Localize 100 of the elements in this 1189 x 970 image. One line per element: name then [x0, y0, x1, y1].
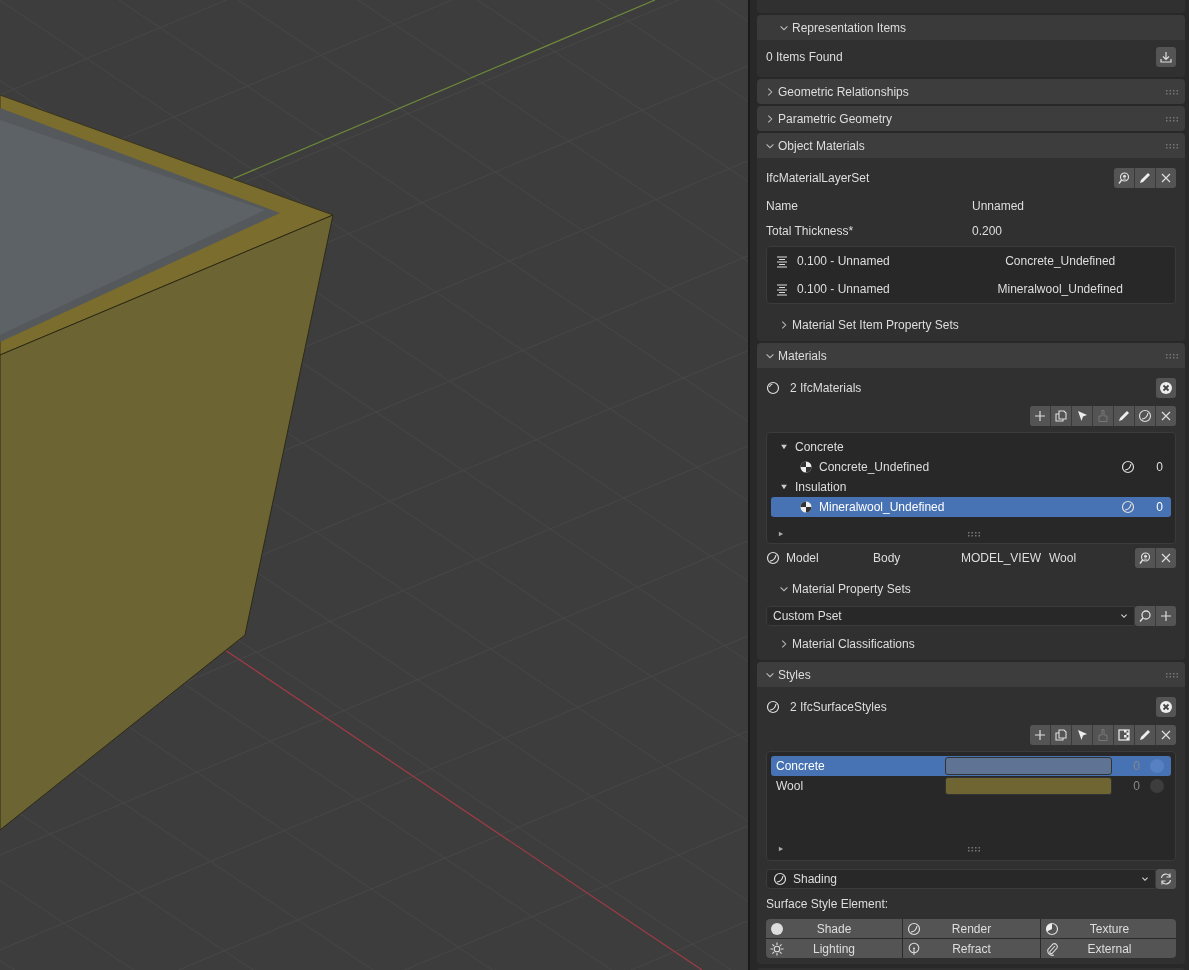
- add-button[interactable]: [1156, 606, 1176, 626]
- element-button[interactable]: External: [1041, 939, 1176, 958]
- section-header[interactable]: Material Set Item Property Sets: [766, 312, 1176, 337]
- circle-icon: [770, 921, 784, 936]
- layer-icon: [775, 282, 789, 296]
- sphere-icon: [1121, 460, 1135, 474]
- tree-item[interactable]: Concrete: [771, 437, 1171, 457]
- sphere-icon: [907, 921, 921, 936]
- tree-item[interactable]: Mineralwool_Undefined 0: [771, 497, 1171, 517]
- sphere-icon: [1121, 500, 1135, 514]
- remove-button[interactable]: [1156, 548, 1176, 568]
- style-item[interactable]: Wool 0: [771, 776, 1171, 796]
- style-label: Wool: [1049, 551, 1077, 565]
- paperclip-icon: [1045, 941, 1059, 956]
- cursor-icon: [1075, 727, 1089, 742]
- sphere-icon: [766, 381, 780, 395]
- layer-name: 0.100 - Unnamed: [797, 282, 891, 296]
- duplicate-button[interactable]: [1051, 724, 1071, 745]
- pset-dropdown[interactable]: Custom Pset: [766, 606, 1135, 626]
- sphere-icon: [766, 551, 780, 565]
- style-count-value: 0: [1132, 759, 1140, 773]
- style-count: 2 IfcSurfaceStyles: [790, 700, 887, 714]
- edit-button[interactable]: [1135, 724, 1155, 745]
- pencil-icon: [1138, 171, 1152, 185]
- add-button[interactable]: [1030, 405, 1050, 426]
- section-header[interactable]: Representation Items: [757, 15, 1185, 40]
- copy-icon: [1054, 408, 1068, 423]
- layer-material: Mineralwool_Undefined: [996, 282, 1124, 296]
- copy-icon: [1054, 727, 1068, 742]
- remove-button[interactable]: [1156, 168, 1176, 188]
- checker-icon: [1117, 727, 1131, 742]
- tree-item[interactable]: Insulation: [771, 477, 1171, 497]
- field-value: Unnamed: [972, 198, 1025, 213]
- download-button[interactable]: [1156, 46, 1176, 67]
- set-type-label: IfcMaterialLayerSet: [766, 171, 870, 185]
- plus-icon: [1033, 727, 1047, 742]
- section-label: Surface Style Element:: [766, 897, 889, 911]
- material-count: 2 IfcMaterials: [790, 381, 862, 395]
- remove-button[interactable]: [1156, 405, 1176, 426]
- sun-icon: [770, 941, 784, 956]
- select-button[interactable]: [1135, 548, 1155, 568]
- plus-icon: [1033, 408, 1047, 423]
- refresh-icon: [1159, 872, 1173, 886]
- select-button[interactable]: [1072, 405, 1092, 426]
- close-icon: [1159, 551, 1173, 565]
- texture-icon: [1045, 921, 1059, 936]
- element-button[interactable]: Shade: [766, 919, 902, 938]
- pencil-icon: [1117, 408, 1131, 423]
- remove-button[interactable]: [1156, 724, 1176, 745]
- layer-material: Concrete_Undefined: [1004, 254, 1117, 268]
- close-icon: [1159, 171, 1173, 185]
- clear-icon: [1159, 381, 1173, 395]
- field-value: 0.200: [972, 223, 1003, 238]
- context-label: Model: [786, 551, 820, 565]
- cursor-icon: [1075, 408, 1089, 423]
- tree-item[interactable]: Concrete_Undefined 0: [771, 457, 1171, 477]
- target-view-label: MODEL_VIEW: [961, 551, 1042, 565]
- style-item[interactable]: Concrete 0: [771, 756, 1171, 776]
- element-button[interactable]: Texture: [1041, 919, 1176, 938]
- color-swatch[interactable]: [945, 777, 1112, 795]
- layer-name: 0.100 - Unnamed: [797, 254, 891, 268]
- texture-button[interactable]: [1114, 724, 1134, 745]
- select-button[interactable]: [1072, 724, 1092, 745]
- section-header[interactable]: Material Classifications: [766, 631, 1176, 656]
- element-button[interactable]: Render: [903, 919, 1040, 938]
- section-header[interactable]: Object Materials: [757, 133, 1185, 158]
- edit-button[interactable]: [1114, 405, 1134, 426]
- refresh-button[interactable]: [1156, 869, 1176, 889]
- duplicate-button[interactable]: [1051, 405, 1071, 426]
- element-button[interactable]: Lighting: [766, 939, 902, 958]
- section-header[interactable]: Styles: [757, 662, 1185, 687]
- color-swatch[interactable]: [945, 757, 1112, 775]
- sphere-icon: [1138, 408, 1152, 423]
- sphere-icon: [773, 872, 787, 886]
- bulb-icon: [907, 941, 921, 956]
- search-button[interactable]: [1135, 606, 1155, 626]
- search-icon: [1138, 609, 1152, 623]
- section-header[interactable]: Geometric Relationships: [757, 79, 1185, 104]
- element-button[interactable]: Refract: [903, 939, 1040, 958]
- field-label: Name: [766, 198, 799, 213]
- add-button[interactable]: [1030, 724, 1050, 745]
- sphere-icon: [766, 700, 780, 714]
- section-header[interactable]: Materials: [757, 343, 1185, 368]
- clear-icon: [1159, 700, 1173, 714]
- search-icon: [1138, 551, 1152, 565]
- edit-button[interactable]: [1135, 168, 1155, 188]
- clear-button[interactable]: [1156, 378, 1176, 398]
- clear-button[interactable]: [1156, 697, 1176, 717]
- download-icon: [1159, 49, 1173, 64]
- brush-icon: [1096, 408, 1110, 423]
- element-type-dropdown[interactable]: Shading: [766, 869, 1156, 889]
- pencil-icon: [1138, 727, 1152, 742]
- field-label: Total Thickness*: [766, 223, 855, 238]
- brush-icon: [1096, 727, 1110, 742]
- search-icon: [1117, 171, 1131, 185]
- section-header[interactable]: Material Property Sets: [766, 576, 1176, 601]
- select-button[interactable]: [1114, 168, 1134, 188]
- style-button[interactable]: [1135, 405, 1155, 426]
- section-header[interactable]: Parametric Geometry: [757, 106, 1185, 131]
- plus-icon: [1159, 609, 1173, 623]
